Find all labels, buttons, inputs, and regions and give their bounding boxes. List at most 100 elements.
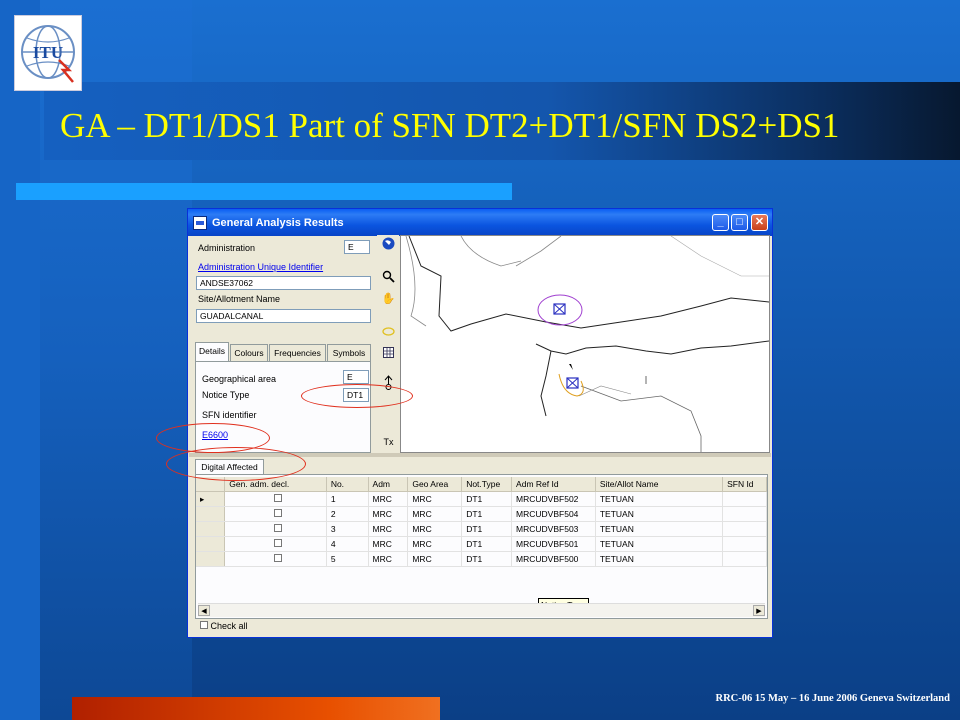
- administration-label: Administration: [198, 243, 256, 253]
- cell-adm-ref-id: MRCUDVBF503: [511, 521, 596, 537]
- slide-title: GA – DT1/DS1 Part of SFN DT2+DT1/SFN DS2…: [60, 106, 840, 145]
- maximize-button[interactable]: □: [731, 214, 748, 231]
- site-field[interactable]: GUADALCANAL: [196, 309, 371, 323]
- table-row[interactable]: 3 MRC MRC DT1 MRCUDVBF503 TETUAN: [196, 521, 767, 537]
- cell-geo-area: MRC: [407, 551, 463, 567]
- row-checkbox[interactable]: [224, 521, 327, 537]
- row-checkbox[interactable]: [224, 491, 327, 507]
- row-selector[interactable]: [196, 506, 226, 522]
- map-toolbar: ✋ Tx: [377, 235, 399, 453]
- results-table: Gen. adm. decl. No. Adm Geo Area Not.Typ…: [196, 477, 767, 567]
- administration-field[interactable]: E: [344, 240, 370, 254]
- cell-no: 3: [326, 521, 369, 537]
- check-all-control[interactable]: Check all: [200, 621, 248, 631]
- cell-adm-ref-id: MRCUDVBF501: [511, 536, 596, 552]
- row-checkbox[interactable]: [224, 506, 327, 522]
- cell-sfn-id: [722, 491, 767, 507]
- check-all-checkbox[interactable]: [200, 621, 208, 629]
- col-adm-ref-id[interactable]: Adm Ref Id: [511, 477, 596, 492]
- horizontal-scrollbar[interactable]: ◀ ▶: [198, 603, 765, 617]
- results-grid: Gen. adm. decl. No. Adm Geo Area Not.Typ…: [195, 474, 768, 619]
- row-selector[interactable]: [196, 551, 226, 567]
- cell-no: 2: [326, 506, 369, 522]
- map-view[interactable]: [400, 235, 770, 453]
- cell-adm-ref-id: MRCUDVBF504: [511, 506, 596, 522]
- geo-area-label: Geographical area: [202, 374, 277, 384]
- minimize-button[interactable]: _: [712, 214, 729, 231]
- geo-area-field[interactable]: E: [343, 370, 369, 384]
- cell-geo-area: MRC: [407, 491, 463, 507]
- table-row[interactable]: ▸ 1 MRC MRC DT1 MRCUDVBF502 TETUAN: [196, 491, 767, 507]
- site-label: Site/Allotment Name: [198, 294, 281, 304]
- admin-uid-link[interactable]: Administration Unique Identifier: [198, 262, 323, 272]
- sfn-identifier-label: SFN identifier: [202, 410, 257, 420]
- title-underline: [16, 183, 512, 200]
- cell-not-type: DT1: [461, 536, 513, 552]
- scroll-right-icon[interactable]: ▶: [753, 605, 765, 616]
- logo-text: ITU: [33, 43, 63, 62]
- grid-header-row: Gen. adm. decl. No. Adm Geo Area Not.Typ…: [196, 477, 767, 492]
- cell-sfn-id: [722, 536, 767, 552]
- cell-sfn-id: [722, 521, 767, 537]
- col-site-allot-name[interactable]: Site/Allot Name: [595, 477, 724, 492]
- cell-adm-ref-id: MRCUDVBF502: [511, 491, 596, 507]
- cell-no: 1: [326, 491, 369, 507]
- general-analysis-window: General Analysis Results _ □ ✕ Administr…: [156, 208, 773, 638]
- bottom-accent-bar: [72, 697, 440, 720]
- cell-geo-area: MRC: [407, 506, 463, 522]
- background-left-band: [0, 0, 40, 720]
- notice-type-label: Notice Type: [202, 390, 250, 400]
- table-row[interactable]: 5 MRC MRC DT1 MRCUDVBF500 TETUAN: [196, 551, 767, 567]
- zoom-icon[interactable]: [380, 270, 397, 287]
- tab-details[interactable]: Details: [195, 342, 229, 362]
- check-all-label: Check all: [210, 621, 248, 631]
- row-checkbox[interactable]: [224, 536, 327, 552]
- col-adm[interactable]: Adm: [368, 477, 409, 492]
- col-no[interactable]: No.: [326, 477, 369, 492]
- itu-logo: ITU: [14, 15, 82, 91]
- slide-footer: RRC-06 15 May – 16 June 2006 Geneva Swit…: [715, 693, 951, 704]
- cell-adm: MRC: [368, 491, 409, 507]
- window-title: General Analysis Results: [212, 216, 344, 229]
- col-sfn-id[interactable]: SFN Id: [722, 477, 767, 492]
- scroll-left-icon[interactable]: ◀: [198, 605, 210, 616]
- grid-icon[interactable]: [380, 347, 397, 364]
- app-icon: [193, 215, 207, 230]
- cell-not-type: DT1: [461, 551, 513, 567]
- tx-button[interactable]: Tx: [380, 434, 397, 451]
- ellipse-icon[interactable]: [380, 325, 397, 342]
- table-row[interactable]: 4 MRC MRC DT1 MRCUDVBF501 TETUAN: [196, 536, 767, 552]
- cell-no: 4: [326, 536, 369, 552]
- row-checkbox[interactable]: [224, 551, 327, 567]
- cell-no: 5: [326, 551, 369, 567]
- cell-geo-area: MRC: [407, 521, 463, 537]
- close-button[interactable]: ✕: [751, 214, 768, 231]
- cell-not-type: DT1: [461, 521, 513, 537]
- cell-geo-area: MRC: [407, 536, 463, 552]
- cell-adm: MRC: [368, 521, 409, 537]
- col-not-type[interactable]: Not.Type: [461, 477, 513, 492]
- cell-site-name: TETUAN: [595, 551, 724, 567]
- cell-site-name: TETUAN: [595, 536, 724, 552]
- cell-not-type: DT1: [461, 506, 513, 522]
- cell-site-name: TETUAN: [595, 491, 724, 507]
- window-title-bar[interactable]: General Analysis Results _ □ ✕: [188, 209, 772, 236]
- hand-icon[interactable]: ✋: [380, 291, 397, 308]
- globe-icon[interactable]: [380, 237, 397, 254]
- tab-colours[interactable]: Colours: [230, 344, 268, 361]
- tab-symbols[interactable]: Symbols: [327, 344, 371, 361]
- cell-adm-ref-id: MRCUDVBF500: [511, 551, 596, 567]
- row-selector[interactable]: ▸: [196, 491, 226, 507]
- admin-uid-field[interactable]: ANDSE37062: [196, 276, 371, 290]
- col-geo-area[interactable]: Geo Area: [407, 477, 463, 492]
- table-row[interactable]: 2 MRC MRC DT1 MRCUDVBF504 TETUAN: [196, 506, 767, 522]
- cell-adm: MRC: [368, 536, 409, 552]
- row-selector[interactable]: [196, 536, 226, 552]
- row-selector[interactable]: [196, 521, 226, 537]
- cell-site-name: TETUAN: [595, 506, 724, 522]
- cell-sfn-id: [722, 551, 767, 567]
- tab-frequencies[interactable]: Frequencies: [269, 344, 326, 361]
- cell-not-type: DT1: [461, 491, 513, 507]
- cell-site-name: TETUAN: [595, 521, 724, 537]
- cell-adm: MRC: [368, 551, 409, 567]
